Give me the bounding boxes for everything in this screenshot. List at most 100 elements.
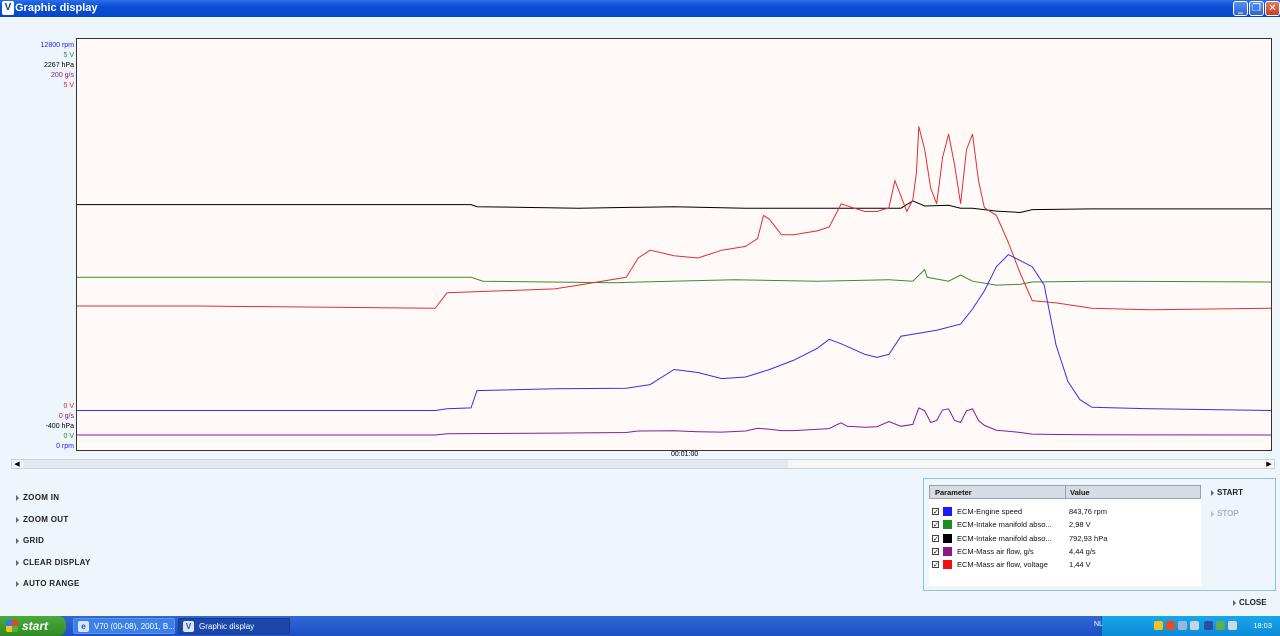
- clock: 18:03: [1253, 621, 1272, 630]
- bluetooth-icon[interactable]: [1204, 621, 1213, 630]
- triangle-icon: [16, 494, 19, 501]
- time-axis-label: 00:01:00: [671, 451, 699, 458]
- y-axis-min-label: 0 V: [63, 433, 74, 440]
- network-icon[interactable]: [1178, 621, 1187, 630]
- triangle-icon: [16, 516, 19, 523]
- zoom-out-button[interactable]: ZOOM OUT: [16, 515, 69, 524]
- stop-button[interactable]: STOP: [1211, 509, 1239, 518]
- device-icon[interactable]: [1228, 621, 1237, 630]
- taskbar: start e V70 (00-08), 2001, B... V Graphi…: [0, 616, 1280, 636]
- table-row[interactable]: ✓ ECM-Intake manifold abso... 792,93 hPa: [929, 533, 1201, 546]
- color-swatch[interactable]: [943, 560, 952, 570]
- alert-icon[interactable]: [1166, 621, 1175, 630]
- windows-logo-icon: [6, 620, 18, 632]
- title-bar[interactable]: V Graphic display _ ❐ ✕: [0, 0, 1280, 17]
- parameter-value: 843,76 rpm: [1069, 507, 1107, 516]
- monitor-icon[interactable]: [1216, 621, 1225, 630]
- table-row[interactable]: ✓ ECM-Mass air flow, g/s 4,44 g/s: [929, 546, 1201, 559]
- plot-area[interactable]: [76, 38, 1272, 451]
- parameter-name: ECM-Mass air flow, g/s: [957, 546, 1034, 556]
- maximize-button[interactable]: ❐: [1249, 1, 1264, 16]
- color-swatch[interactable]: [943, 546, 952, 556]
- language-indicator[interactable]: NL: [1094, 621, 1103, 628]
- grid-button[interactable]: GRID: [16, 536, 44, 545]
- checkbox[interactable]: ✓: [932, 508, 939, 516]
- volume-icon[interactable]: [1190, 621, 1199, 630]
- triangle-icon: [16, 537, 19, 544]
- parameter-value: 2,98 V: [1069, 520, 1091, 530]
- auto-range-label: AUTO RANGE: [23, 579, 80, 588]
- intake-manifold-pressure-line: [77, 200, 1271, 214]
- checkbox[interactable]: ✓: [932, 521, 939, 529]
- taskbar-item-browser[interactable]: e V70 (00-08), 2001, B...: [73, 618, 175, 634]
- y-axis-max-label: 5 V: [63, 82, 74, 89]
- security-shield-icon[interactable]: [1154, 621, 1163, 630]
- checkbox[interactable]: ✓: [932, 547, 939, 555]
- graph-area: 12800 rpm 5 V 2267 hPa 200 g/s 5 V 0 V 0 g/s -…: [11, 21, 1275, 469]
- triangle-icon: [1211, 510, 1214, 517]
- y-axis-max-label: 12800 rpm: [40, 42, 74, 49]
- zoom-out-label: ZOOM OUT: [23, 515, 69, 524]
- clear-display-button[interactable]: CLEAR DISPLAY: [16, 558, 91, 567]
- start-button[interactable]: START: [1211, 488, 1243, 497]
- parameter-value: 4,44 g/s: [1069, 546, 1096, 556]
- color-swatch[interactable]: [943, 520, 952, 530]
- window-title: Graphic display: [15, 2, 98, 14]
- engine-speed-line: [77, 253, 1272, 411]
- checkbox[interactable]: ✓: [932, 561, 939, 569]
- table-row[interactable]: ✓ ECM-Mass air flow, voltage 1,44 V: [929, 559, 1201, 572]
- triangle-icon: [16, 580, 19, 587]
- app-icon: V: [183, 621, 194, 632]
- task-label: V70 (00-08), 2001, B...: [94, 622, 175, 631]
- triangle-icon: [1211, 489, 1214, 496]
- color-swatch[interactable]: [943, 507, 952, 516]
- grid-label: GRID: [23, 536, 45, 545]
- scroll-left-arrow-icon[interactable]: ◀: [12, 460, 22, 468]
- triangle-icon: [16, 559, 19, 566]
- mass-air-flow-gs-line: [77, 407, 1272, 436]
- parameter-name: ECM-Engine speed: [957, 507, 1023, 516]
- browser-icon: e: [78, 621, 89, 632]
- close-button[interactable]: CLOSE: [1233, 598, 1267, 607]
- header-parameter: Parameter: [935, 488, 972, 497]
- table-row[interactable]: ✓ ECM-Engine speed 843,76 rpm: [929, 506, 1201, 519]
- horizontal-scrollbar[interactable]: ◀ ▶: [11, 459, 1275, 469]
- parameter-table: Parameter Value ✓ ECM-Engine speed 843,76 …: [929, 485, 1201, 586]
- app-icon: V: [2, 1, 14, 15]
- y-axis-min-label: 0 g/s: [58, 413, 74, 420]
- y-axis-max-label: 2267 hPa: [44, 62, 74, 69]
- taskbar-item-graphic-display[interactable]: V Graphic display: [178, 618, 290, 634]
- graphic-display-window: V Graphic display _ ❐ ✕ 12800 rpm 5 V 2267…: [0, 0, 1280, 616]
- header-divider: [1065, 485, 1066, 499]
- scrollbar-thumb[interactable]: [23, 460, 788, 468]
- y-axis-max-label: 200 g/s: [51, 72, 74, 79]
- auto-range-button[interactable]: AUTO RANGE: [16, 579, 80, 588]
- triangle-icon: [1233, 599, 1236, 606]
- table-row[interactable]: ✓ ECM-Intake manifold abso... 2,98 V: [929, 519, 1201, 532]
- start-label: start: [22, 619, 49, 633]
- close-window-button[interactable]: ✕: [1265, 1, 1280, 16]
- parameter-value: 792,93 hPa: [1069, 533, 1108, 543]
- intake-manifold-voltage-line: [77, 268, 1272, 286]
- close-label: CLOSE: [1239, 598, 1267, 607]
- start-menu-button[interactable]: start: [0, 616, 66, 636]
- parameter-name: ECM-Mass air flow, voltage: [957, 560, 1048, 570]
- y-axis-min-label: 0 V: [63, 403, 74, 410]
- minimize-button[interactable]: _: [1233, 1, 1248, 16]
- checkbox[interactable]: ✓: [932, 534, 939, 542]
- chart-svg: [77, 126, 1272, 436]
- y-axis-min-label: 0 rpm: [56, 443, 74, 450]
- y-axis-max-label: 5 V: [63, 52, 74, 59]
- header-value: Value: [1070, 488, 1090, 497]
- start-label: START: [1217, 488, 1244, 497]
- zoom-in-button[interactable]: ZOOM IN: [16, 493, 59, 502]
- parameter-name: ECM-Intake manifold abso...: [957, 533, 1052, 543]
- parameter-value: 1,44 V: [1069, 560, 1091, 570]
- mass-air-flow-voltage-line: [77, 126, 1272, 311]
- system-tray: NL 18:03: [1094, 616, 1280, 636]
- scroll-right-arrow-icon[interactable]: ▶: [1264, 460, 1274, 468]
- zoom-in-label: ZOOM IN: [23, 493, 60, 502]
- clear-display-label: CLEAR DISPLAY: [23, 558, 91, 567]
- color-swatch[interactable]: [943, 533, 952, 543]
- parameter-name: ECM-Intake manifold abso...: [957, 520, 1052, 530]
